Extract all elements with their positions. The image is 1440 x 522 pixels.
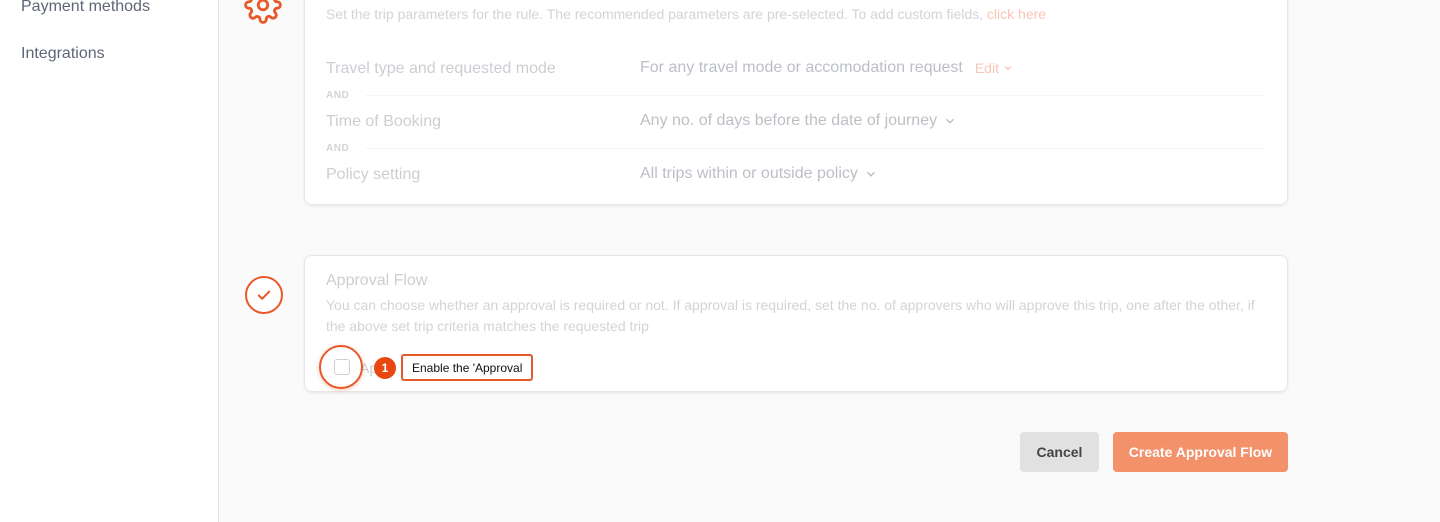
approval-flow-title: Approval Flow [326,272,428,289]
chevron-down-icon [1004,66,1012,71]
time-of-booking-label: Time of Booking [326,113,442,130]
create-approval-flow-button[interactable]: Create Approval Flow [1113,432,1288,472]
and-connector: AND [326,90,350,101]
cancel-button[interactable]: Cancel [1020,432,1099,472]
row-divider [365,148,1266,149]
sidebar-item-payment-methods[interactable]: Payment methods [21,0,150,16]
sidebar-item-integrations[interactable]: Integrations [21,45,105,63]
policy-setting-label: Policy setting [326,166,421,183]
and-connector: AND [326,143,350,154]
row-divider [365,95,1266,96]
guide-highlight-ring [319,345,363,389]
policy-setting-dropdown[interactable]: All trips within or outside policy [640,165,878,183]
guide-tooltip: Enable the 'Approval [401,354,534,381]
trip-parameters-card: Set the trip parameters for the rule. Th… [304,0,1288,205]
trip-parameters-description: Set the trip parameters for the rule. Th… [326,6,1047,22]
chevron-down-icon [946,118,955,124]
custom-fields-link[interactable]: click here [987,6,1046,22]
gear-icon [244,0,282,24]
sidebar: Payment methods Integrations [0,0,219,522]
travel-type-label: Travel type and requested mode [326,60,556,77]
approval-flow-description: You can choose whether an approval is re… [326,297,1255,334]
guide-step-badge: 1 [374,357,396,379]
check-circle-icon [245,276,283,314]
edit-travel-type-button[interactable]: Edit [975,60,1014,76]
travel-type-value[interactable]: For any travel mode or accomodation requ… [640,59,1014,77]
chevron-down-icon [866,171,875,177]
time-of-booking-dropdown[interactable]: Any no. of days before the date of journ… [640,112,957,130]
